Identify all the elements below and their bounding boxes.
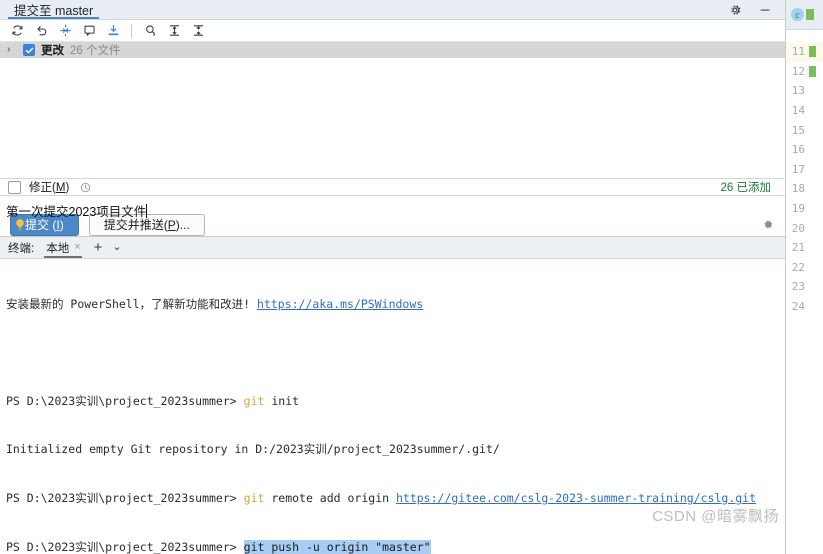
amend-checkbox[interactable] [8, 180, 21, 194]
prompt: PS D:\2023实训\project_2023summer> [6, 539, 244, 554]
commit-message-editor[interactable]: 第一次提交2023项目文件 [0, 196, 785, 231]
terminal-tab-local[interactable]: 本地 × [42, 237, 83, 259]
line-number: 21 [791, 241, 805, 255]
line-number: 11 [791, 45, 805, 59]
refresh-icon[interactable] [6, 20, 28, 41]
commit-panel-tabbar: 提交至 master [0, 0, 785, 20]
terminal-line: PS D:\2023实训\project_2023summer> git rem… [6, 490, 785, 506]
selected-command: git push -u origin "master" [243, 539, 431, 554]
terminal-tab-underline [44, 256, 82, 259]
gutter-line[interactable]: 17 [786, 160, 823, 180]
add-terminal-icon[interactable]: + [92, 240, 105, 255]
powershell-link[interactable]: https://aka.ms/PSWindows [257, 297, 423, 311]
remote-url-link[interactable]: https://gitee.com/cslg-2023-summer-train… [396, 491, 756, 505]
line-number: 24 [791, 300, 805, 314]
gutter-line[interactable]: 12 [786, 62, 823, 82]
changes-checkbox[interactable] [23, 44, 35, 56]
line-number: 15 [791, 123, 805, 137]
terminal-line: PS D:\2023实训\project_2023summer> git pus… [6, 539, 785, 554]
line-number: 14 [791, 104, 805, 118]
terminal-header: 终端: 本地 × + ⌄ [0, 237, 785, 260]
gutter-line[interactable]: 22 [786, 258, 823, 278]
change-marker-icon [809, 46, 816, 58]
prompt: PS D:\2023实训\project_2023summer> [6, 491, 244, 506]
chevron-down-icon[interactable]: ⌄ [112, 242, 121, 253]
commit-tool-window: 提交至 master › 更改 26 个文件 修正(M) 26 已添加 第一次提… [0, 0, 786, 554]
toolbar-separator [131, 23, 132, 38]
tabbar-spacer [105, 0, 727, 19]
gutter-line[interactable]: 24 [786, 297, 823, 317]
tab-active-underline [8, 17, 100, 19]
gutter-line[interactable]: 11 [786, 42, 823, 62]
vcs-marker-icon [806, 9, 814, 20]
command-keyword: git [243, 393, 265, 408]
line-number: 18 [791, 182, 805, 196]
rollback-icon[interactable] [30, 20, 52, 41]
gutter-line[interactable]: 15 [786, 120, 823, 140]
line-number: 16 [791, 143, 805, 157]
powershell-notice: 安装最新的 PowerShell，了解新功能和改进! [6, 296, 258, 311]
amend-label: 修正(M) [29, 182, 70, 194]
editor-gutter-strip: c 11 12 13 14 15 16 17 18 19 20 21 22 23… [786, 0, 823, 554]
command-args: remote add origin [264, 491, 396, 506]
text-caret [146, 204, 148, 218]
show-diff-icon[interactable] [54, 20, 76, 41]
close-icon[interactable]: × [74, 242, 80, 253]
gutter-line[interactable]: 13 [786, 81, 823, 101]
settings-gear-icon[interactable] [727, 2, 743, 18]
line-number: 22 [791, 260, 805, 274]
tabbar-actions [727, 0, 785, 19]
expand-all-icon[interactable] [163, 20, 185, 41]
line-number: 19 [791, 202, 805, 216]
minimize-icon[interactable] [757, 2, 773, 18]
gutter-line[interactable]: 14 [786, 101, 823, 121]
command-args: init [264, 393, 300, 408]
tab-commit-to-master[interactable]: 提交至 master [0, 0, 106, 19]
changes-label: 更改 [41, 45, 64, 57]
commit-message-text: 第一次提交2023项目文件 [6, 205, 147, 219]
output-text: Initialized empty Git repository in D:/2… [6, 442, 500, 457]
lightbulb-icon[interactable] [14, 218, 26, 232]
changes-file-count: 26 个文件 [70, 45, 121, 57]
history-clock-icon[interactable] [77, 179, 93, 195]
commit-message-history-icon[interactable] [78, 20, 100, 41]
chevron-right-icon[interactable]: › [7, 45, 17, 55]
line-number: 13 [791, 84, 805, 98]
line-number: 23 [791, 280, 805, 294]
command-keyword: git [243, 491, 265, 506]
terminal-line: Initialized empty Git repository in D:/2… [6, 441, 785, 457]
collapse-all-icon[interactable] [187, 20, 209, 41]
terminal-output[interactable]: 安装最新的 PowerShell，了解新功能和改进! https://aka.m… [0, 259, 785, 554]
gutter-line[interactable]: 16 [786, 140, 823, 160]
line-number: 12 [791, 64, 805, 78]
added-count-label: 26 已添加 [720, 182, 772, 194]
terminal-tab-label: 本地 [46, 242, 70, 255]
file-type-badge-icon: c [791, 8, 804, 21]
terminal-line: PS D:\2023实训\project_2023summer> git ini… [6, 393, 785, 409]
ide-window: 提交至 master › 更改 26 个文件 修正(M) 26 已添加 第一次提… [0, 0, 823, 554]
gutter-line[interactable]: 23 [786, 277, 823, 297]
commit-options-gear-icon[interactable] [759, 217, 775, 233]
gutter-line[interactable]: 18 [786, 179, 823, 199]
inspect-code-icon[interactable] [139, 20, 161, 41]
gutter-line[interactable]: 19 [786, 199, 823, 219]
change-marker-icon [809, 65, 816, 77]
line-number: 17 [791, 162, 805, 176]
terminal-line: 安装最新的 PowerShell，了解新功能和改进! https://aka.m… [6, 296, 785, 312]
changes-group-row[interactable]: › 更改 26 个文件 [0, 42, 785, 58]
editor-tab-strip: c [786, 0, 823, 30]
changed-files-list[interactable] [0, 58, 785, 179]
update-project-icon[interactable] [102, 20, 124, 41]
terminal-title: 终端: [8, 242, 35, 255]
commit-toolbar [0, 20, 785, 42]
gutter-line[interactable]: 21 [786, 238, 823, 258]
amend-bar: 修正(M) 26 已添加 [0, 179, 785, 196]
prompt: PS D:\2023实训\project_2023summer> [6, 393, 244, 408]
line-number: 20 [791, 221, 805, 235]
gutter-line[interactable]: 20 [786, 218, 823, 238]
line-number-gutter: 11 12 13 14 15 16 17 18 19 20 21 22 23 2… [786, 30, 823, 554]
